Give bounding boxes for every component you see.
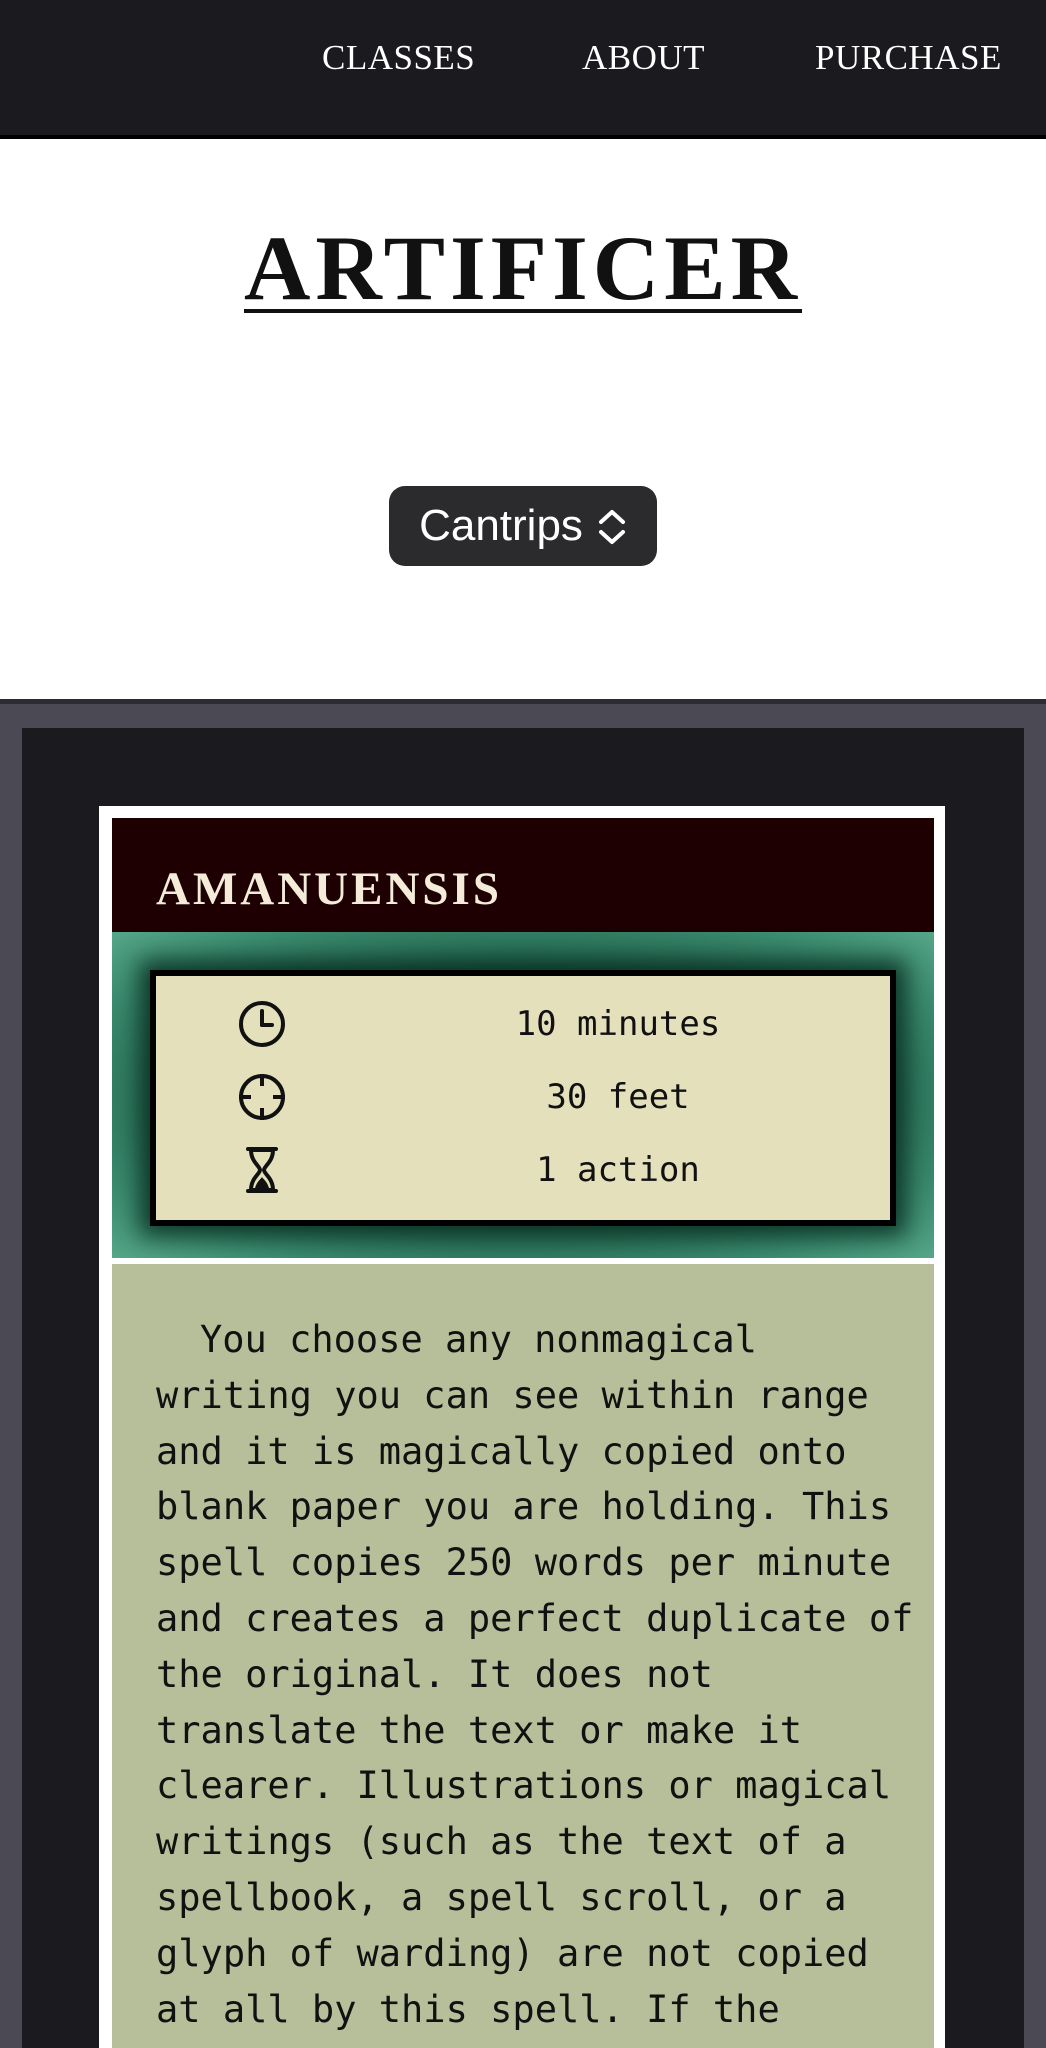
hourglass-icon	[236, 1144, 288, 1196]
spell-description: You choose any nonmagical writing you ca…	[156, 1318, 914, 2031]
nav-link-purchase[interactable]: PURCHASE	[815, 38, 1002, 78]
stat-row-range: 30 feet	[156, 1067, 890, 1127]
page-title: ARTIFICER	[243, 217, 803, 319]
crosshair-icon	[236, 1071, 288, 1123]
stat-casting-time-value: 1 action	[536, 1150, 700, 1190]
top-nav-bar: CLASSES ABOUT PURCHASE	[0, 0, 1046, 139]
clock-icon	[236, 998, 288, 1050]
spell-level-select-value: Cantrips	[419, 501, 583, 550]
nav-link-classes[interactable]: CLASSES	[322, 38, 475, 78]
nav-link-about[interactable]: ABOUT	[582, 38, 705, 78]
spell-stats-box: 10 minutes 30 feet 1 action	[150, 970, 896, 1226]
stat-range-value: 30 feet	[546, 1077, 690, 1117]
stat-row-duration: 10 minutes	[156, 994, 890, 1054]
chevron-up-down-icon	[597, 508, 627, 546]
spell-level-select[interactable]: Cantrips	[389, 486, 657, 566]
stat-duration-value: 10 minutes	[515, 1004, 721, 1044]
spell-name: AMANUENSIS	[156, 863, 502, 915]
stat-row-casting-time: 1 action	[156, 1140, 890, 1200]
